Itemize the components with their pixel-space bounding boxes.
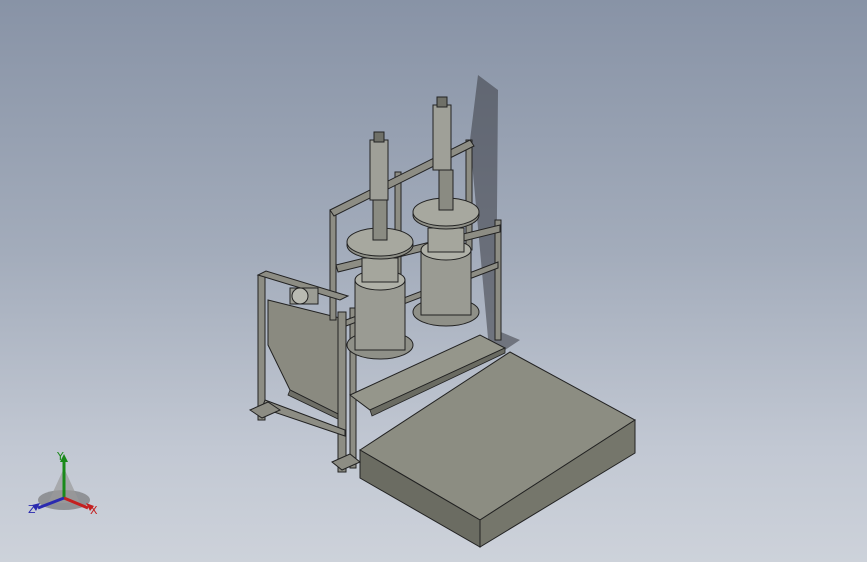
hopper-panel[interactable] [267,299,341,421]
machine-model[interactable] [0,0,867,562]
x-axis-label: X [90,504,98,517]
z-axis-label: Z [28,503,36,516]
roller-left[interactable] [346,131,414,360]
cad-viewport[interactable]: Y Z X [0,0,867,562]
y-axis-label: Y [57,450,64,463]
roller-right[interactable] [412,96,480,327]
drive-motor[interactable] [289,287,319,305]
